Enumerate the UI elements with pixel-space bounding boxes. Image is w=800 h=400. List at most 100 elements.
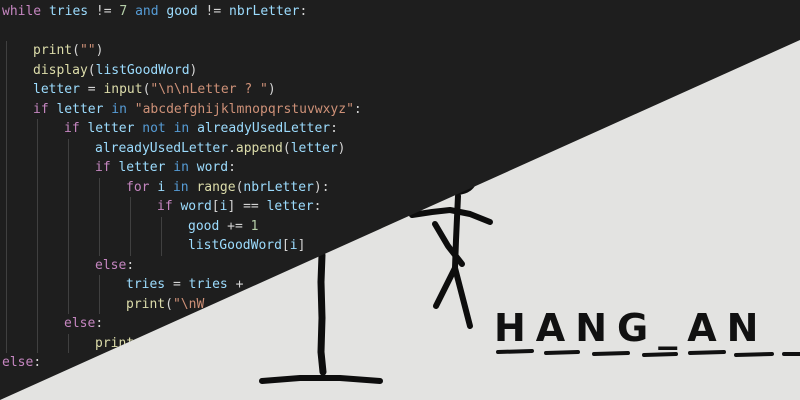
code-token: != [197, 4, 230, 19]
code-line: for i in range(nbrLetter): [126, 178, 330, 198]
code-token: ( [165, 296, 173, 312]
code-token: if [157, 199, 173, 214]
code-token: "\n\nLetter ? " [150, 82, 268, 97]
code-token: good [166, 4, 198, 19]
gallows-post [317, 251, 327, 376]
code-token: : [313, 199, 322, 214]
stick-figure-leg-right [452, 265, 473, 329]
code-token: tries [126, 277, 166, 292]
code-line: alreadyUsedLetter.append(letter) [95, 139, 345, 159]
code-token: ) [267, 82, 276, 97]
code-token: [ [281, 238, 290, 253]
code-token: letter [290, 140, 338, 156]
code-token: alreadyUsedLetter [197, 121, 331, 136]
code-token: 1 [250, 218, 259, 234]
code-token: word [196, 160, 229, 175]
code-token: "" [79, 43, 96, 58]
code-token: else [95, 257, 127, 273]
code-token: append [235, 140, 283, 156]
indent-guide [68, 333, 69, 353]
sketch-title-underlines [496, 349, 800, 357]
gallows-base [259, 375, 383, 384]
code-token: ): [313, 179, 330, 195]
indent-guide [161, 216, 162, 256]
code-token: : [228, 160, 236, 175]
code-token: print [126, 296, 166, 312]
code-token: letter [118, 160, 166, 175]
code-token: in [173, 160, 189, 175]
indent-guide [6, 41, 7, 353]
code-token: tries [48, 4, 89, 19]
code-token: = [165, 277, 189, 292]
code-line: letter = input("\n\nLetter ? ") [33, 80, 276, 100]
code-token: listGoodWord [95, 62, 190, 78]
code-token: : [299, 4, 308, 19]
code-token: : [330, 121, 338, 136]
code-token: ) [95, 43, 104, 58]
code-token: else [64, 316, 96, 331]
code-line: if word[i] == letter: [157, 197, 321, 217]
code-token: ] [297, 238, 306, 253]
code-line: if letter in "abcdefghijklmnopqrstuvwxyz… [33, 100, 362, 120]
indent-guide [37, 119, 38, 353]
code-token: : [33, 355, 42, 370]
code-token: word [180, 199, 212, 214]
code-token: if [95, 160, 111, 175]
code-line: display(listGoodWord) [33, 61, 197, 81]
code-token: ) [189, 62, 198, 78]
code-token: : [126, 257, 135, 273]
indent-guide [99, 275, 100, 314]
code-line: else: [64, 314, 103, 334]
code-token: if [33, 101, 49, 117]
code-line: tries = tries + [126, 275, 243, 295]
code-token: ] == [227, 199, 267, 214]
code-line: print("") [33, 41, 103, 61]
code-token: : [353, 101, 362, 117]
code-token: in [173, 121, 190, 136]
indent-guide [68, 138, 69, 314]
code-token: "abcdefghijklmnopqrstuvwxyz" [134, 101, 354, 117]
code-token: [ [211, 199, 220, 214]
code-token: display [33, 62, 88, 78]
code-line: while tries != 7 and good != nbrLetter: [2, 2, 307, 22]
code-token: ( [282, 140, 291, 156]
code-token: and [135, 4, 159, 19]
code-token: "\nW [172, 296, 205, 312]
code-token: not [142, 121, 166, 136]
code-token: for [126, 179, 150, 195]
code-token: in [111, 101, 127, 117]
code-token: letter [56, 101, 104, 117]
indent-guide [130, 197, 131, 256]
code-token: i [157, 179, 166, 195]
code-line: else: [2, 353, 41, 373]
code-token: good [188, 218, 220, 234]
code-token: if [64, 121, 80, 136]
code-token: : [95, 316, 104, 331]
code-token: range [196, 179, 236, 195]
code-token: + [227, 277, 244, 292]
code-token: nbrLetter [243, 179, 314, 195]
code-token: while [2, 4, 42, 19]
code-line: listGoodWord[i] [188, 236, 305, 256]
code-line: print("\nW [126, 295, 204, 315]
code-token: letter [87, 121, 135, 136]
indent-guide [99, 177, 100, 256]
sketch-title: HANG_AN [494, 306, 768, 350]
code-line: else: [95, 256, 134, 276]
code-token: alreadyUsedLetter [95, 140, 229, 156]
code-token: ( [72, 43, 80, 58]
code-token: i [289, 238, 298, 253]
stick-figure-leg-left [433, 265, 458, 309]
code-token: += [219, 218, 251, 234]
code-token: = [79, 82, 104, 97]
code-line: if letter in word: [95, 158, 236, 178]
code-token: print [33, 43, 73, 58]
code-line: if letter not in alreadyUsedLetter: [64, 119, 338, 139]
